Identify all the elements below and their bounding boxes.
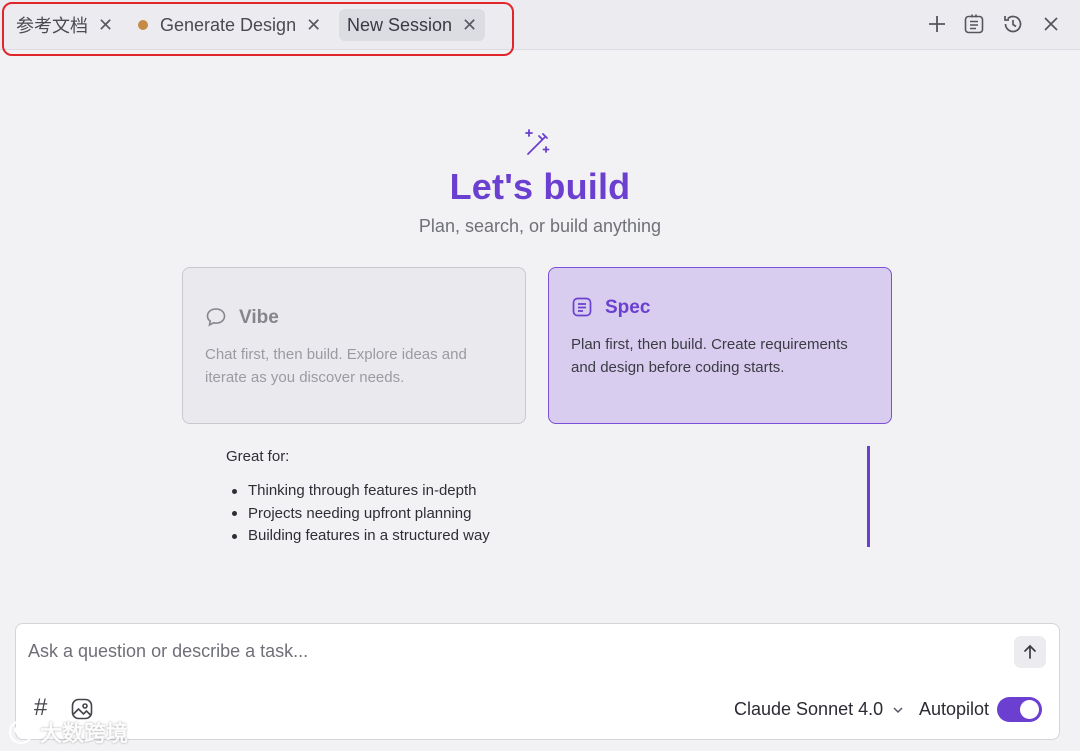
tab-label: New Session bbox=[347, 14, 453, 35]
chat-composer: # Claude Sonnet 4.0 Autopilot bbox=[15, 623, 1060, 740]
toggle-knob bbox=[1020, 700, 1039, 719]
page-subtitle: Plan, search, or build anything bbox=[418, 216, 662, 236]
mode-description: Chat first, then build. Explore ideas an… bbox=[205, 346, 467, 386]
watermark-logo: 大数跨境 bbox=[6, 716, 128, 748]
plus-icon[interactable] bbox=[925, 12, 949, 36]
bullet-icon bbox=[232, 533, 237, 539]
bullet-icon bbox=[232, 511, 237, 517]
task-list-icon[interactable] bbox=[962, 12, 986, 36]
chat-input[interactable] bbox=[28, 638, 988, 664]
autopilot-label: Autopilot bbox=[919, 699, 990, 719]
close-icon[interactable]: ✕ bbox=[462, 16, 477, 34]
great-for-list: Thinking through features in-depth Proje… bbox=[232, 480, 490, 548]
chevron-down-icon bbox=[891, 703, 905, 717]
list-item-text: Building features in a structured way bbox=[248, 527, 490, 544]
great-for-heading: Great for: bbox=[226, 448, 290, 465]
tab-new-session[interactable]: New Session ✕ bbox=[339, 9, 486, 41]
mode-card-vibe[interactable]: Vibe Chat first, then build. Explore ide… bbox=[182, 267, 526, 424]
close-icon[interactable]: ✕ bbox=[306, 16, 321, 34]
mode-title: Spec bbox=[605, 297, 651, 318]
autopilot-toggle[interactable] bbox=[997, 697, 1042, 722]
tab-generate-design[interactable]: Generate Design ✕ bbox=[130, 9, 329, 41]
tab-reference-docs[interactable]: 参考文档 ✕ bbox=[8, 9, 121, 41]
close-icon[interactable] bbox=[1039, 12, 1063, 36]
model-selector[interactable]: Claude Sonnet 4.0 bbox=[734, 699, 905, 720]
send-button[interactable] bbox=[1014, 636, 1046, 668]
list-item-text: Projects needing upfront planning bbox=[248, 504, 472, 522]
mode-title: Vibe bbox=[239, 307, 279, 328]
mode-card-spec[interactable]: Spec Plan first, then build. Create requ… bbox=[548, 267, 892, 424]
document-list-icon bbox=[571, 296, 595, 320]
history-icon[interactable] bbox=[1001, 12, 1025, 36]
unsaved-dot-icon bbox=[138, 20, 148, 30]
mode-description: Plan first, then build. Create requireme… bbox=[571, 336, 848, 376]
tab-bar: 参考文档 ✕ Generate Design ✕ New Session ✕ bbox=[0, 0, 1080, 50]
magic-wand-icon bbox=[522, 127, 552, 157]
chat-bubble-icon bbox=[205, 306, 229, 330]
watermark-text: 大数跨境 bbox=[40, 721, 129, 746]
tab-label: Generate Design bbox=[160, 14, 297, 35]
bullet-icon bbox=[232, 488, 237, 494]
arrow-up-icon bbox=[1024, 644, 1036, 659]
watermark-icon bbox=[9, 720, 33, 744]
model-name: Claude Sonnet 4.0 bbox=[734, 699, 884, 719]
divider bbox=[867, 446, 870, 547]
list-item: Building features in a structured way bbox=[232, 525, 490, 548]
list-item-text: Thinking through features in-depth bbox=[248, 482, 477, 499]
close-icon[interactable]: ✕ bbox=[98, 16, 113, 34]
page-title: Let's build bbox=[449, 166, 631, 207]
tab-label: 参考文档 bbox=[16, 16, 88, 36]
list-item: Projects needing upfront planning bbox=[232, 503, 490, 526]
list-item: Thinking through features in-depth bbox=[232, 480, 490, 503]
